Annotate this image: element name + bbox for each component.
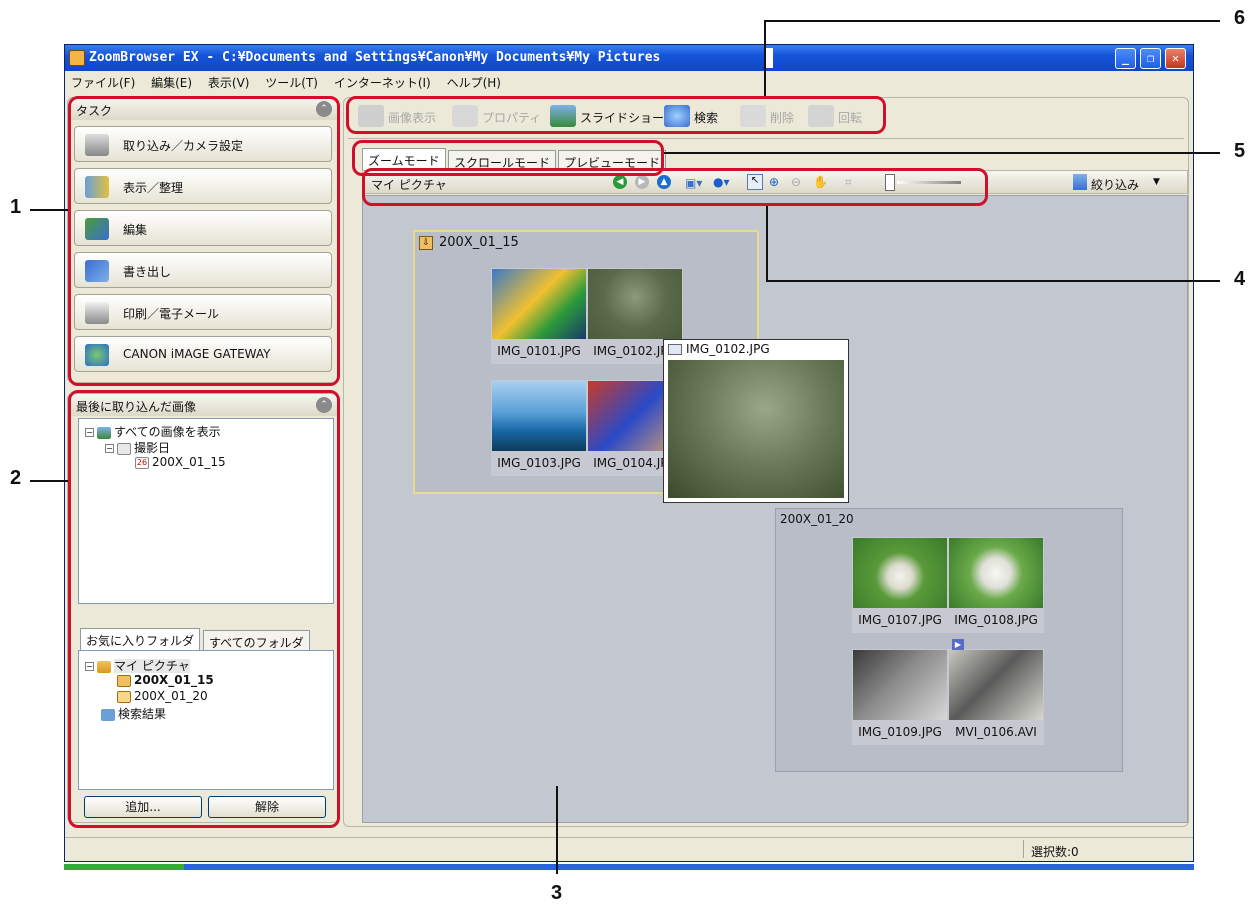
thumbnail[interactable]: IMG_0107.JPG bbox=[852, 537, 948, 633]
photo-two-dogs bbox=[949, 538, 1043, 608]
menu-view[interactable]: 表示(V) bbox=[202, 71, 256, 91]
app-icon bbox=[69, 50, 85, 66]
callout-number-3: 3 bbox=[551, 882, 563, 904]
photo-ferret bbox=[853, 650, 947, 720]
thumbnail-filename: IMG_0108.JPG bbox=[954, 613, 1038, 627]
menu-internet[interactable]: インターネット(I) bbox=[328, 71, 437, 91]
callout-box-1 bbox=[68, 96, 340, 386]
callout-number-5: 5 bbox=[1234, 140, 1246, 162]
image-group[interactable]: 200X_01_20 IMG_0107.JPG IMG_0108.JPG IMG… bbox=[775, 508, 1123, 772]
callout-leader-6a bbox=[764, 20, 766, 96]
photo-parrot bbox=[492, 269, 586, 339]
title-bar-divider bbox=[765, 48, 773, 68]
callout-leader-4b bbox=[766, 280, 1220, 282]
selection-count: 選択数:0 bbox=[1031, 845, 1079, 859]
thumbnail[interactable]: IMG_0109.JPG bbox=[852, 649, 948, 745]
folder-download-icon: ⇩ bbox=[419, 236, 433, 250]
thumbnail-canvas[interactable]: ⇩ 200X_01_15 IMG_0101.JPG IMG_0102.JPG I… bbox=[362, 195, 1188, 823]
close-button[interactable]: ✕ bbox=[1165, 48, 1186, 69]
filter-dropdown-icon[interactable]: ▼ bbox=[1153, 177, 1160, 187]
callout-number-2: 2 bbox=[10, 467, 22, 489]
status-bar: 選択数:0 bbox=[65, 837, 1193, 861]
filter-icon bbox=[1073, 174, 1087, 190]
window-title: ZoomBrowser EX - C:¥Documents and Settin… bbox=[89, 50, 661, 65]
callout-leader-1 bbox=[30, 209, 68, 211]
filter-button[interactable]: 絞り込み bbox=[1091, 176, 1139, 193]
menu-file[interactable]: ファイル(F) bbox=[65, 71, 141, 91]
toolbar-divider bbox=[348, 138, 1184, 139]
callout-leader-3 bbox=[556, 786, 558, 874]
thumbnail-filename: MVI_0106.AVI bbox=[955, 725, 1037, 739]
callout-leader-4a bbox=[766, 206, 768, 282]
callout-box-2 bbox=[68, 390, 340, 828]
thumbnail-filename: IMG_0109.JPG bbox=[858, 725, 942, 739]
menu-bar: ファイル(F) 編集(E) 表示(V) ツール(T) インターネット(I) ヘル… bbox=[65, 71, 1193, 91]
callout-leader-5 bbox=[664, 152, 1220, 154]
photo-seascape bbox=[492, 381, 586, 451]
thumbnail[interactable]: IMG_0101.JPG bbox=[491, 268, 587, 364]
image-file-icon bbox=[668, 344, 682, 355]
callout-number-6: 6 bbox=[1234, 7, 1246, 29]
callout-number-4: 4 bbox=[1234, 268, 1246, 290]
preview-filename: IMG_0102.JPG bbox=[686, 342, 770, 356]
group-title: 200X_01_20 bbox=[780, 512, 854, 526]
thumbnail-filename: IMG_0101.JPG bbox=[497, 344, 581, 358]
thumbnail[interactable]: ▶ MVI_0106.AVI bbox=[948, 639, 1044, 745]
minimize-button[interactable]: _ bbox=[1115, 48, 1136, 69]
callout-number-1: 1 bbox=[10, 196, 22, 218]
restore-button[interactable]: ❐ bbox=[1140, 48, 1161, 69]
callout-box-5 bbox=[352, 140, 664, 176]
callout-box-6 bbox=[346, 96, 886, 134]
thumbnail-filename: IMG_0107.JPG bbox=[858, 613, 942, 627]
photo-tortoise bbox=[588, 269, 682, 339]
thumbnail[interactable]: IMG_0108.JPG bbox=[948, 537, 1044, 633]
menu-tools[interactable]: ツール(T) bbox=[259, 71, 324, 91]
photo-dog bbox=[853, 538, 947, 608]
title-bar[interactable]: ZoomBrowser EX - C:¥Documents and Settin… bbox=[65, 45, 1193, 71]
preview-popup: IMG_0102.JPG bbox=[663, 339, 849, 503]
status-divider bbox=[1023, 840, 1024, 858]
menu-edit[interactable]: 編集(E) bbox=[145, 71, 198, 91]
photo-ferret-movie bbox=[949, 650, 1043, 720]
preview-image bbox=[668, 360, 844, 498]
group-title: 200X_01_15 bbox=[439, 235, 519, 250]
callout-leader-6b bbox=[764, 20, 1220, 22]
menu-help[interactable]: ヘルプ(H) bbox=[441, 71, 507, 91]
thumbnail[interactable]: IMG_0103.JPG bbox=[491, 380, 587, 476]
thumbnail-filename: IMG_0103.JPG bbox=[497, 456, 581, 470]
callout-leader-2 bbox=[30, 480, 68, 482]
taskbar bbox=[64, 864, 1194, 870]
